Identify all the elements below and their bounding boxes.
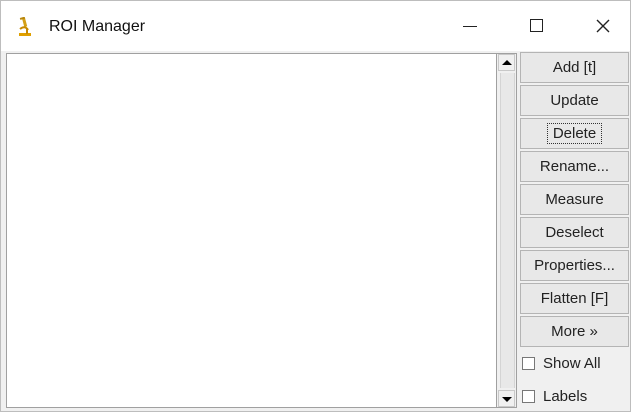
close-icon <box>596 19 610 33</box>
delete-button[interactable]: Delete <box>520 118 629 149</box>
roi-manager-window: ROI Manager Add [t] Update Delete Rename… <box>0 0 631 412</box>
scroll-down-button[interactable] <box>498 390 515 407</box>
properties-button-label: Properties... <box>534 257 615 274</box>
scroll-up-button[interactable] <box>498 54 515 71</box>
minimize-button[interactable] <box>447 1 493 51</box>
rename-button[interactable]: Rename... <box>520 151 629 182</box>
show-all-checkbox[interactable] <box>522 357 535 370</box>
add-button-label: Add [t] <box>552 59 597 76</box>
title-bar[interactable]: ROI Manager <box>1 1 630 51</box>
more-button-label: More » <box>551 323 598 340</box>
measure-button[interactable]: Measure <box>520 184 629 215</box>
more-button[interactable]: More » <box>520 316 629 347</box>
update-button-label: Update <box>550 92 599 109</box>
close-button[interactable] <box>580 1 626 51</box>
show-all-label: Show All <box>543 355 601 372</box>
minimize-icon <box>463 26 477 27</box>
roi-list[interactable] <box>6 53 497 408</box>
delete-button-label: Delete <box>546 123 603 144</box>
update-button[interactable]: Update <box>520 85 629 116</box>
deselect-button[interactable]: Deselect <box>520 217 629 248</box>
maximize-icon <box>530 19 543 32</box>
labels-label: Labels <box>543 388 588 405</box>
measure-button-label: Measure <box>545 191 604 208</box>
properties-button[interactable]: Properties... <box>520 250 629 281</box>
labels-checkbox[interactable] <box>522 390 535 403</box>
scroll-track[interactable] <box>500 73 515 388</box>
flatten-button-label: Flatten [F] <box>540 290 609 307</box>
microscope-icon <box>19 17 31 36</box>
arrow-up-icon <box>502 60 512 65</box>
deselect-button-label: Deselect <box>545 224 604 241</box>
arrow-down-icon <box>502 397 512 402</box>
maximize-button[interactable] <box>514 1 560 51</box>
window-title: ROI Manager <box>49 18 146 35</box>
flatten-button[interactable]: Flatten [F] <box>520 283 629 314</box>
add-button[interactable]: Add [t] <box>520 52 629 83</box>
vertical-scrollbar[interactable] <box>497 53 517 408</box>
rename-button-label: Rename... <box>539 158 610 175</box>
